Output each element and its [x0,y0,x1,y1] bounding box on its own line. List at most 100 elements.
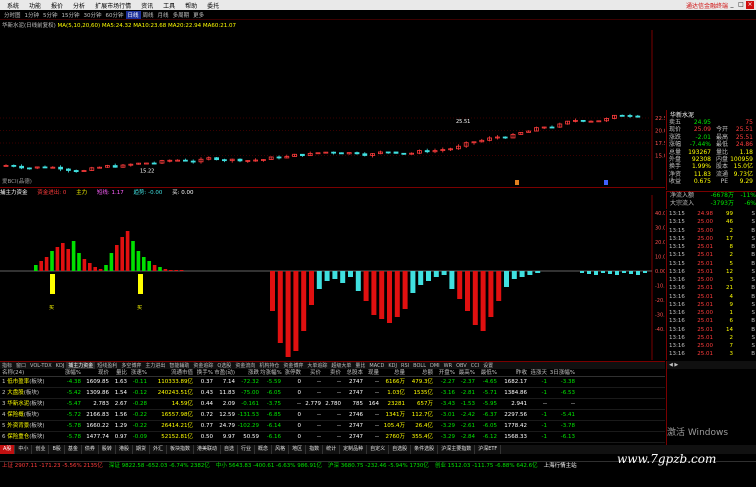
market-tab-19[interactable]: 定制品种 [340,445,368,454]
table-header-cell[interactable]: 涨停数 [282,369,302,376]
table-header-cell[interactable]: 换手% [194,369,214,376]
indicator-tab-8[interactable]: 智能辅助 [167,362,191,369]
maximize-icon[interactable]: □ [737,1,745,9]
table-header-cell[interactable]: 总股本 [342,369,364,376]
table-row[interactable]: 1 低市盈率(板块) -4.38 1609.85 1.63 -0.11 110333.89… [0,377,665,388]
period-8[interactable]: 月线 [156,11,171,19]
table-header-cell[interactable]: 总额 [406,369,434,376]
menu-item-8[interactable]: 委托 [202,1,224,10]
table-header-cell[interactable]: 涨幅% [60,369,82,376]
table-header-cell[interactable]: 总量 [380,369,406,376]
table-header-cell[interactable]: 买价 [302,369,322,376]
indicator-tab-15[interactable]: 超级大单 [329,362,353,369]
tick-list[interactable]: 13:15 24.98 99 S 13:15 25.00 46 S 13:15 25.00 2 B 13… [666,210,756,360]
table-header-cell[interactable]: 量比 [110,369,128,376]
menu-item-7[interactable]: 帮助 [180,1,202,10]
indicator-tab-1[interactable]: 窗口 [14,362,28,369]
indicator-tab-17[interactable]: MACD [367,362,386,369]
indicator-tab-16[interactable]: 量比 [353,362,367,369]
market-tab-9[interactable]: 外汇 [150,445,167,454]
indicator-tab-20[interactable]: BOLL [411,362,428,369]
table-header-cell[interactable]: 均涨幅% [260,369,282,376]
menu-item-5[interactable]: 资讯 [136,1,158,10]
table-header-cell[interactable]: 涨速% [128,369,148,376]
market-tab-3[interactable]: B股 [49,445,65,454]
table-header-cell[interactable]: 开盘% [434,369,456,376]
minimize-icon[interactable]: _ [728,1,736,9]
indicator-tab-10[interactable]: Q选股 [215,362,233,369]
period-7[interactable]: 周线 [141,11,156,19]
indicator-tab-6[interactable]: 多空博弈 [119,362,143,369]
indicator-chart[interactable]: 40.00 30.00 20.00 10.00 0.00 -10.00 -20.00 -30.… [0,195,665,360]
indicator-tab-14[interactable]: 大单追踪 [305,362,329,369]
menu-item-4[interactable]: 扩展市场行情 [90,1,136,10]
market-tab-22[interactable]: 条件选股 [411,445,439,454]
menu-item-3[interactable]: 分析 [68,1,90,10]
market-tab-8[interactable]: 期货 [133,445,150,454]
period-5[interactable]: 60分钟 [104,11,126,19]
table-row[interactable]: 6 保险重仓(板块) -5.78 1477.74 0.97 -0.09 52152.81亿… [0,432,665,443]
stock-table[interactable]: 名称(24) 涨幅% 现价 量比 涨速% 流通市值 换手% 市盈(动) 涨跌 均涨幅% 涨停数 买价卖… [0,369,665,445]
market-tab-6[interactable]: 股转 [99,445,116,454]
indicator-tab-18[interactable]: KDJ [386,362,399,369]
indicator-tab-12[interactable]: 机构持仓 [257,362,281,369]
table-header-cell[interactable]: 市盈(动) [214,369,236,376]
period-9[interactable]: 多周期 [171,11,192,19]
market-tab-21[interactable]: 自选股 [389,445,412,454]
table-header-cell[interactable]: 名称(24) [0,369,60,376]
table-header-cell[interactable]: 3日涨幅% [548,369,576,376]
table-header-cell[interactable]: 昨收 [498,369,528,376]
table-header-cell[interactable]: 流通市值 [148,369,194,376]
market-tab-20[interactable]: 自定义 [367,445,390,454]
table-row[interactable]: 3 华新水泥(板块) -5.47 2.783 2.67 -0.28 14.59亿 0.44 2… [0,399,665,410]
table-header-cell[interactable]: 最低% [476,369,498,376]
indicator-tab-2[interactable]: VOL-TDX [28,362,54,369]
indicator-tab-23[interactable]: OBV [454,362,469,369]
menu-item-2[interactable]: 报价 [46,1,68,10]
indicator-tab-24[interactable]: CCI [469,362,481,369]
indicator-tab-13[interactable]: 资金博弈 [281,362,305,369]
period-6[interactable]: 日线 [125,10,141,19]
market-tab-17[interactable]: 指数 [306,445,324,454]
indicator-tab-22[interactable]: WR [442,362,454,369]
period-1[interactable]: 1分钟 [23,11,42,19]
period-2[interactable]: 5分钟 [41,11,60,19]
market-tab-11[interactable]: 港美联动 [194,445,222,454]
table-row[interactable]: 4 保险概(板块) -5.72 2166.83 1.56 -0.22 16557.98亿 0… [0,410,665,421]
period-0[interactable]: 分时图 [2,11,23,19]
indicator-tab-5[interactable]: 短线盈利 [95,362,119,369]
indicator-tab-7[interactable]: 主力进出 [143,362,167,369]
market-tab-13[interactable]: 行业 [238,445,256,454]
market-tab-10[interactable]: 板块指数 [167,445,194,454]
indicator-tab-25[interactable]: 设置 [481,362,495,369]
period-3[interactable]: 15分钟 [60,11,82,19]
table-header-cell[interactable]: 现量 [364,369,380,376]
table-header-cell[interactable]: 连涨天 [528,369,548,376]
table-header-cell[interactable]: 卖价 [322,369,342,376]
table-row[interactable]: 5 外资背景(板块) -5.78 1660.22 1.29 -0.22 26414.21亿… [0,421,665,432]
market-tab-0[interactable]: A股 [0,445,16,454]
market-tab-23[interactable]: 沪深主要指数 [438,445,476,454]
market-tab-2[interactable]: 创业 [32,445,50,454]
indicator-tab-11[interactable]: 资金流向 [233,362,257,369]
market-tab-12[interactable]: 自选 [221,445,239,454]
menu-item-1[interactable]: 功能 [24,1,46,10]
menu-item-6[interactable]: 工具 [158,1,180,10]
table-header-cell[interactable]: 现价 [82,369,110,376]
menu-item-0[interactable]: 系统 [2,1,24,10]
market-tab-16[interactable]: 地区 [289,445,307,454]
period-10[interactable]: 更多 [191,11,206,19]
market-tab-7[interactable]: 港股 [116,445,133,454]
market-tab-18[interactable]: 统计 [323,445,341,454]
indicator-tab-9[interactable]: 资金追踪 [191,362,215,369]
indicator-tab-21[interactable]: DMI [428,362,442,369]
indicator-tab-19[interactable]: RSI [399,362,411,369]
market-tab-1[interactable]: 中小 [15,445,33,454]
market-tab-4[interactable]: 基金 [65,445,82,454]
close-icon[interactable]: × [746,1,754,9]
indicator-tab-0[interactable]: 指标 [0,362,14,369]
market-tab-14[interactable]: 概念 [255,445,273,454]
table-row[interactable]: 2 大盘股(板块) -5.42 1309.86 1.54 -0.12 240243.51亿… [0,388,665,399]
table-header-cell[interactable]: 涨跌 [236,369,260,376]
table-header-cell[interactable]: 最高% [456,369,476,376]
